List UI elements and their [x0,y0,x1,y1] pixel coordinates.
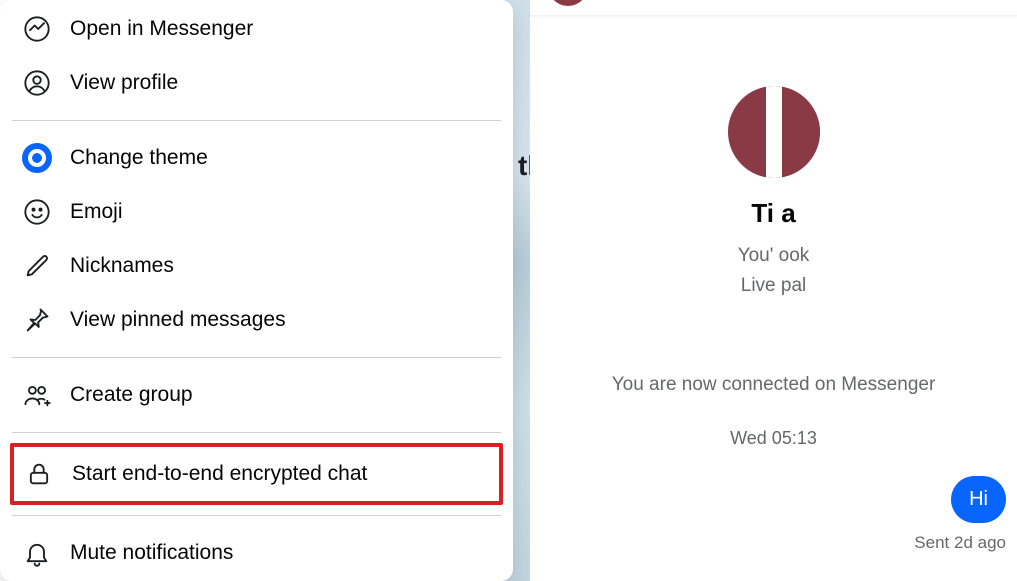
bell-icon [22,538,52,568]
chat-sub-line1: You' ook [530,241,1017,271]
chat-connected-text: You are now connected on Messenger [530,374,1017,396]
chat-options-menu: Open in Messenger View profile Change th… [0,0,513,581]
theme-icon [22,143,52,173]
pin-icon [22,305,52,335]
emoji-item[interactable]: Emoji [12,185,501,239]
menu-label: Mute notifications [70,541,233,565]
menu-label: Change theme [70,146,208,170]
menu-label: Create group [70,383,193,407]
chat-body: Ti a You' ook Live pal You are now conne… [530,16,1017,449]
outgoing-message-meta: Sent 2d ago [914,533,1006,553]
avatar-small[interactable] [548,0,588,6]
menu-label: View pinned messages [70,308,286,332]
outgoing-message-bubble[interactable]: Hi [951,476,1006,523]
start-e2ee-chat-item[interactable]: Start end-to-end encrypted chat [14,447,499,501]
mute-notifications-item[interactable]: Mute notifications [12,526,501,580]
menu-divider [12,357,501,358]
menu-divider [12,515,501,516]
profile-icon [22,68,52,98]
view-profile-item[interactable]: View profile [12,56,501,110]
messenger-icon [22,14,52,44]
menu-label: Nicknames [70,254,174,278]
change-theme-item[interactable]: Change theme [12,131,501,185]
menu-label: Open in Messenger [70,17,253,41]
pencil-icon [22,251,52,281]
chat-window: Ti Raman Sharma Ti a You' [530,0,1017,581]
view-pinned-item[interactable]: View pinned messages [12,293,501,347]
open-in-messenger-item[interactable]: Open in Messenger [12,2,501,56]
chat-header: Ti Raman Sharma [530,0,1017,16]
menu-label: Emoji [70,200,123,224]
nicknames-item[interactable]: Nicknames [12,239,501,293]
chat-contact-name: Ti a [530,198,1017,229]
menu-divider [12,432,501,433]
menu-label: Start end-to-end encrypted chat [72,462,367,486]
chat-sub-line2: Live pal [530,271,1017,301]
emoji-icon [22,197,52,227]
avatar-large[interactable] [728,86,820,178]
chat-timestamp: Wed 05:13 [530,428,1017,449]
menu-divider [12,120,501,121]
menu-label: View profile [70,71,178,95]
highlight-box: Start end-to-end encrypted chat [10,443,503,505]
lock-icon [24,459,54,489]
create-group-item[interactable]: Create group [12,368,501,422]
group-add-icon [22,380,52,410]
